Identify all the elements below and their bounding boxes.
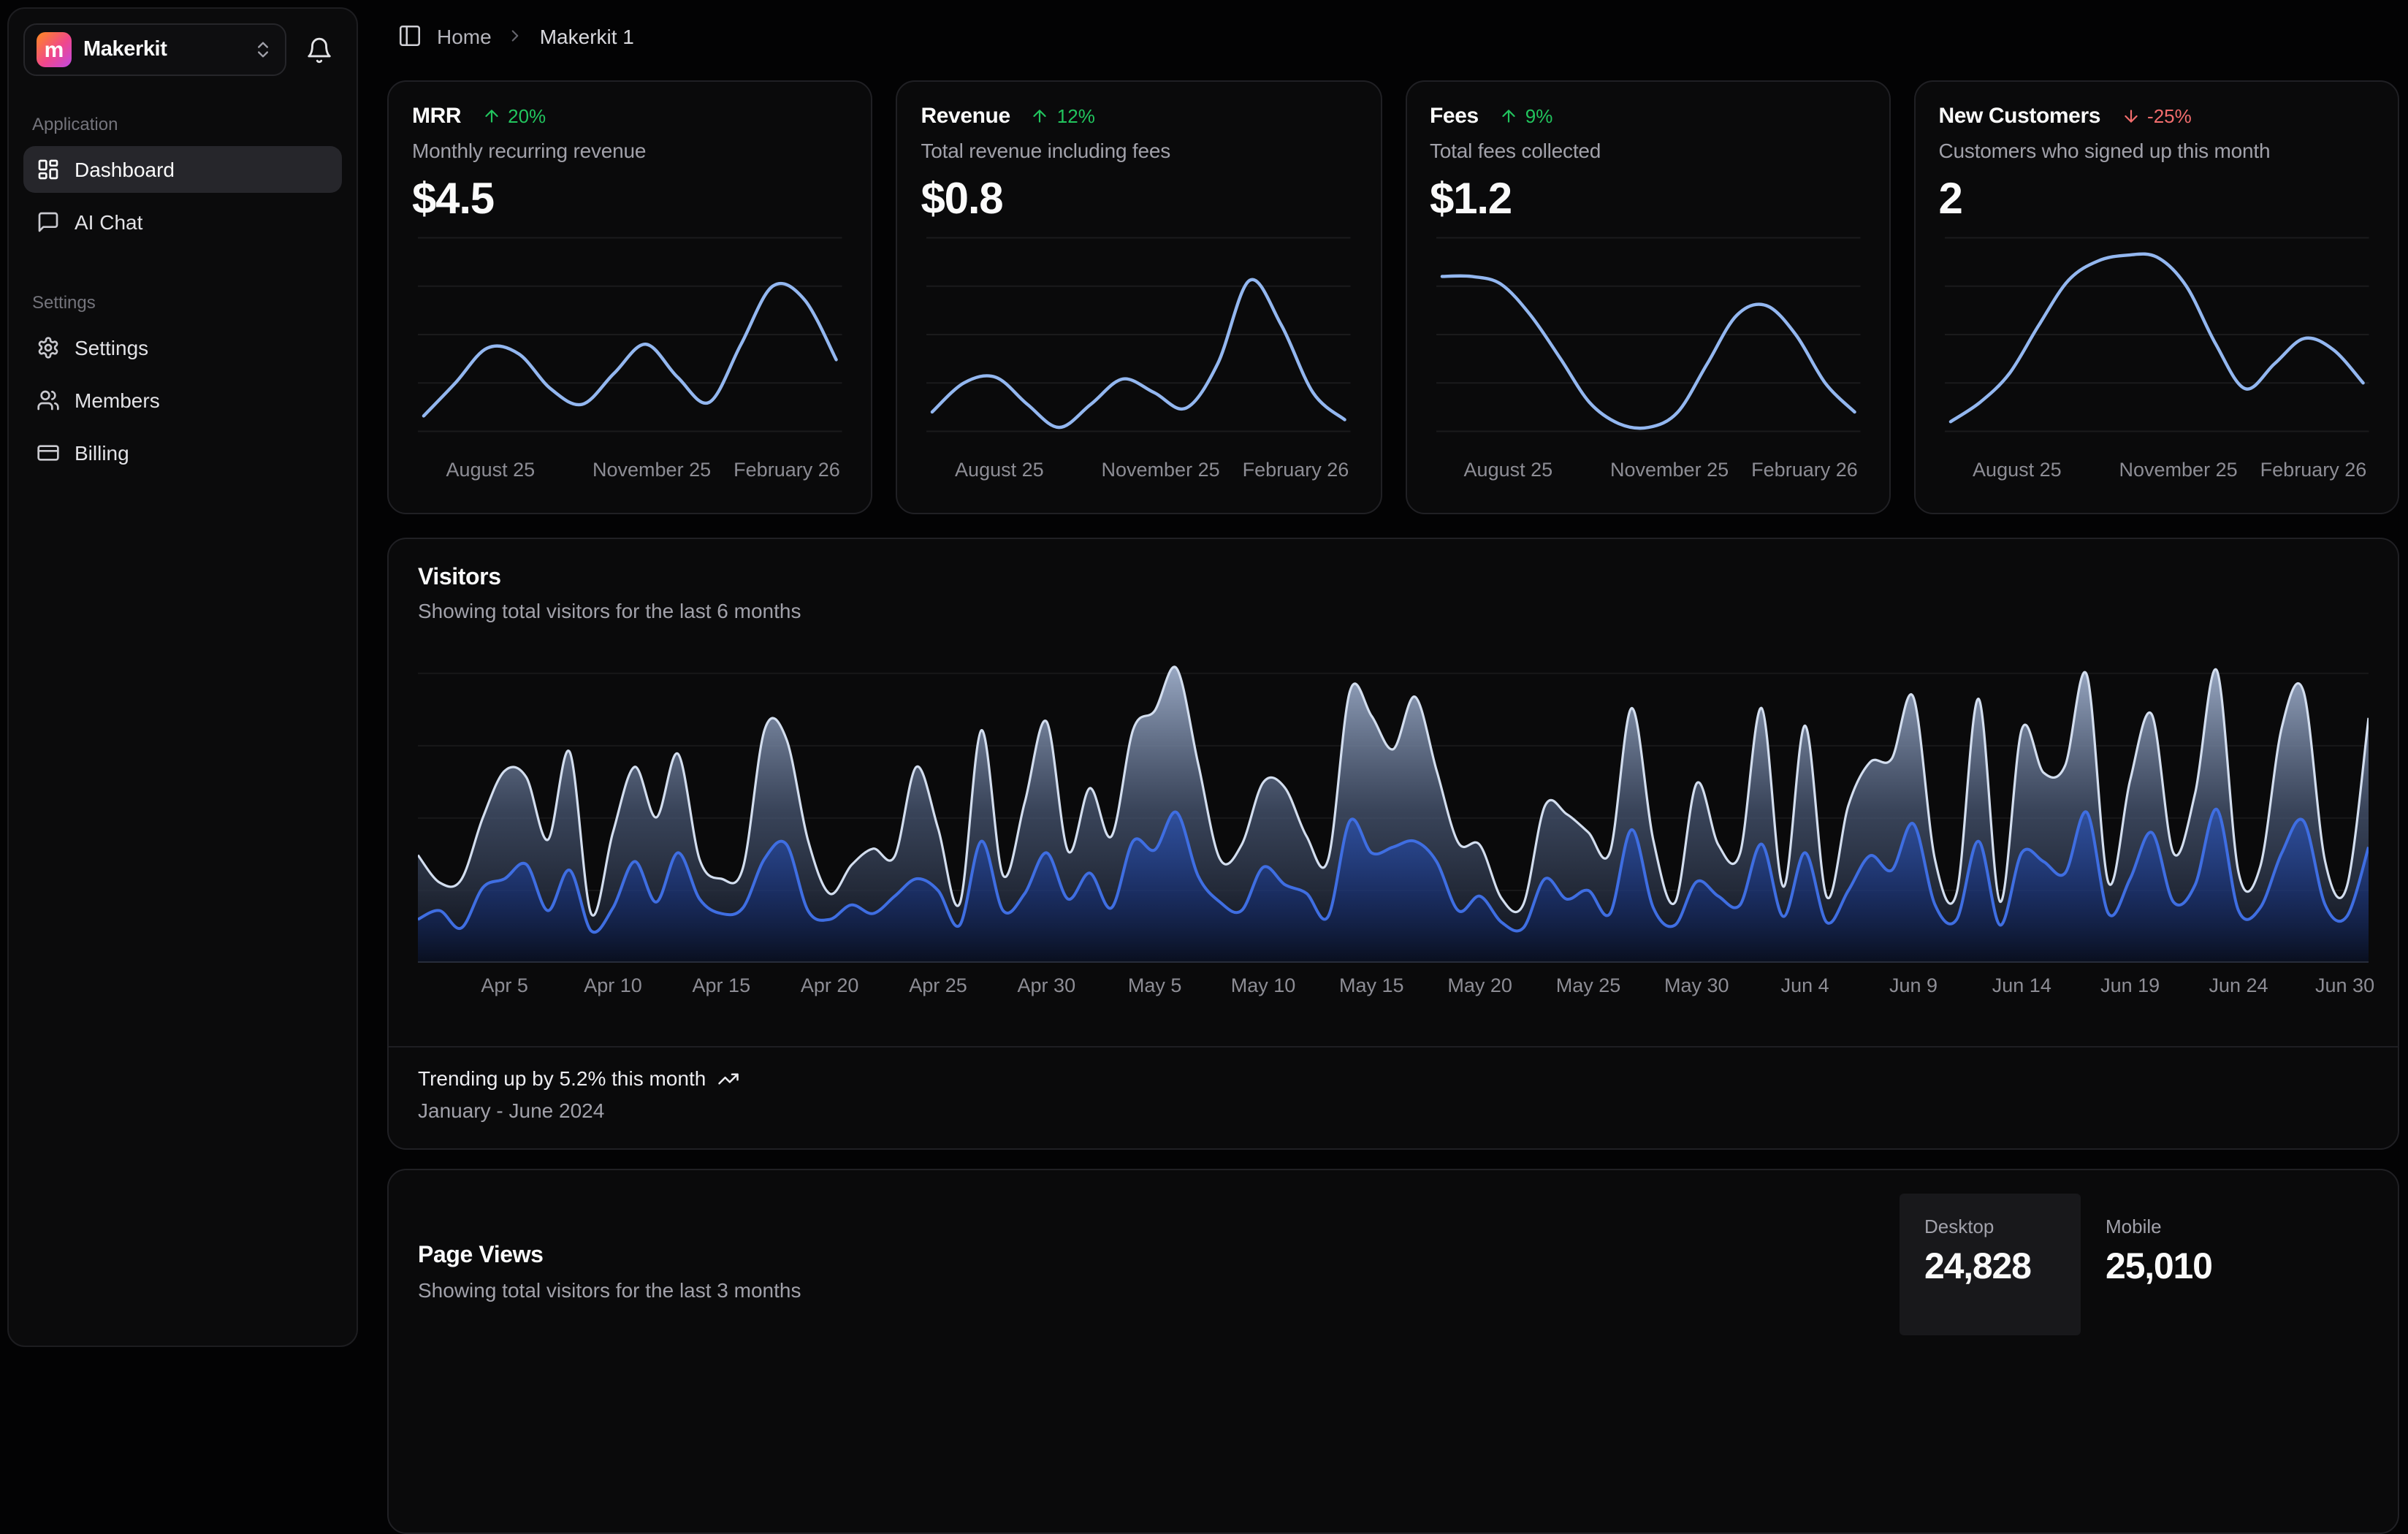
x-axis-label: May 20: [1447, 974, 1512, 996]
sparkline-x-axis: August 25 November 25 February 26: [921, 459, 1357, 485]
visitors-title: Visitors: [418, 565, 2369, 592]
visitors-trend-text: Trending up by 5.2% this month: [418, 1066, 706, 1090]
sidebar-toggle-button[interactable]: [397, 23, 422, 48]
stat-title: Fees: [1430, 104, 1479, 129]
breadcrumb-home-link[interactable]: Home: [437, 24, 492, 47]
x-axis-label: Jun 30: [2315, 974, 2374, 996]
visitors-x-axis: Apr 5 Apr 10 Apr 15 Apr 20 Apr 25 Apr 30 May 5…: [418, 974, 2369, 1001]
stat-card-new-customers: New Customers -25% Customers who signed …: [1914, 80, 2400, 514]
workspace-logo: m: [37, 32, 72, 67]
sparkline-x-axis: August 25 November 25 February 26: [1939, 459, 2375, 485]
breadcrumb: Home Makerkit 1: [397, 23, 634, 48]
mobile-total: 25,010: [2106, 1248, 2237, 1288]
sparkline-x-axis: August 25 November 25 February 26: [1430, 459, 1866, 485]
stat-card-mrr: MRR 20% Monthly recurring revenue $4.5 A…: [387, 80, 873, 514]
page-views-series-toggles: Desktop 24,828 Mobile 25,010: [1900, 1194, 2262, 1335]
mrr-sparkline: [412, 228, 848, 441]
visitors-card: Visitors Showing total visitors for the …: [387, 538, 2399, 1150]
sidebar-item-label: Billing: [75, 441, 129, 465]
desktop-toggle-button[interactable]: Desktop 24,828: [1900, 1194, 2081, 1335]
sidebar-group-settings: Settings: [32, 292, 333, 313]
x-axis-label: Apr 25: [909, 974, 967, 996]
sidebar-item-settings[interactable]: Settings: [23, 324, 342, 371]
stat-title: MRR: [412, 104, 461, 129]
x-axis-label: May 15: [1339, 974, 1404, 996]
stat-value: $4.5: [412, 175, 848, 225]
stat-title: Revenue: [921, 104, 1010, 129]
x-axis-label: May 5: [1128, 974, 1182, 996]
x-axis-label: Jun 14: [1992, 974, 2051, 996]
breadcrumb-current-page: Makerkit 1: [540, 24, 634, 47]
x-axis-label: Apr 15: [693, 974, 751, 996]
chevrons-up-down-icon: [253, 39, 273, 60]
desktop-total: 24,828: [1924, 1248, 2056, 1288]
x-axis-label: Jun 4: [1781, 974, 1829, 996]
stat-card-revenue: Revenue 12% Total revenue including fees…: [896, 80, 1382, 514]
stat-value: 2: [1939, 175, 2375, 225]
sidebar-item-ai-chat[interactable]: AI Chat: [23, 199, 342, 245]
sidebar-group-application: Application: [32, 114, 333, 134]
trend-badge: 12%: [1031, 105, 1095, 127]
arrow-up-icon: [481, 107, 500, 126]
stat-card-fees: Fees 9% Total fees collected $1.2 August…: [1405, 80, 1891, 514]
sidebar-item-label: Members: [75, 389, 160, 412]
sidebar-item-members[interactable]: Members: [23, 377, 342, 424]
mobile-toggle-button[interactable]: Mobile 25,010: [2081, 1194, 2262, 1335]
credit-card-icon: [37, 441, 60, 465]
revenue-sparkline: [921, 228, 1357, 441]
x-axis-label: Apr 10: [584, 974, 642, 996]
sparkline-x-axis: August 25 November 25 February 26: [412, 459, 848, 485]
sidebar: m Makerkit Application Dashboard: [7, 7, 358, 1347]
workspace-selector[interactable]: m Makerkit: [23, 23, 286, 76]
stat-value: $0.8: [921, 175, 1357, 225]
x-axis-label: Apr 30: [1018, 974, 1076, 996]
x-axis-label: Apr 5: [481, 974, 528, 996]
x-axis-label: Apr 20: [801, 974, 859, 996]
sidebar-item-label: Dashboard: [75, 158, 175, 181]
stat-subtitle: Total revenue including fees: [921, 139, 1357, 162]
mobile-label: Mobile: [2106, 1216, 2237, 1237]
fees-sparkline: [1430, 228, 1866, 441]
sidebar-item-billing[interactable]: Billing: [23, 430, 342, 476]
trend-badge: -25%: [2121, 105, 2192, 127]
visitors-date-range: January - June 2024: [418, 1099, 2369, 1122]
trend-badge: 9%: [1499, 105, 1553, 127]
sidebar-item-label: Settings: [75, 336, 148, 359]
visitors-area-chart[interactable]: [418, 656, 2369, 963]
users-icon: [37, 389, 60, 412]
x-axis-label: May 30: [1664, 974, 1729, 996]
trend-badge: 20%: [481, 105, 546, 127]
new-customers-sparkline: [1939, 228, 2375, 441]
chat-icon: [37, 210, 60, 234]
x-axis-label: Jun 24: [2209, 974, 2268, 996]
notifications-button[interactable]: [295, 26, 342, 73]
page-views-card: Page Views Showing total visitors for th…: [387, 1169, 2399, 1534]
arrow-down-icon: [2121, 107, 2140, 126]
stat-value: $1.2: [1430, 175, 1866, 225]
x-axis-label: Jun 19: [2100, 974, 2160, 996]
stat-subtitle: Customers who signed up this month: [1939, 139, 2375, 162]
stat-title: New Customers: [1939, 104, 2101, 129]
visitors-footer: Trending up by 5.2% this month January -…: [389, 1046, 2398, 1122]
desktop-label: Desktop: [1924, 1216, 2056, 1237]
panel-left-icon: [397, 23, 422, 48]
x-axis-label: May 10: [1231, 974, 1296, 996]
chevron-right-icon: [506, 26, 525, 45]
trending-up-icon: [717, 1067, 739, 1089]
x-axis-label: Jun 9: [1889, 974, 1938, 996]
stat-subtitle: Total fees collected: [1430, 139, 1866, 162]
visitors-subtitle: Showing total visitors for the last 6 mo…: [418, 599, 2369, 622]
dashboard-icon: [37, 158, 60, 181]
arrow-up-icon: [1499, 107, 1518, 126]
stat-cards-row: MRR 20% Monthly recurring revenue $4.5 A…: [387, 80, 2399, 514]
gear-icon: [37, 336, 60, 359]
bell-icon: [305, 36, 332, 64]
sidebar-item-dashboard[interactable]: Dashboard: [23, 146, 342, 193]
x-axis-label: May 25: [1556, 974, 1621, 996]
stat-subtitle: Monthly recurring revenue: [412, 139, 848, 162]
workspace-name: Makerkit: [83, 38, 241, 61]
arrow-up-icon: [1031, 107, 1050, 126]
sidebar-item-label: AI Chat: [75, 210, 142, 234]
